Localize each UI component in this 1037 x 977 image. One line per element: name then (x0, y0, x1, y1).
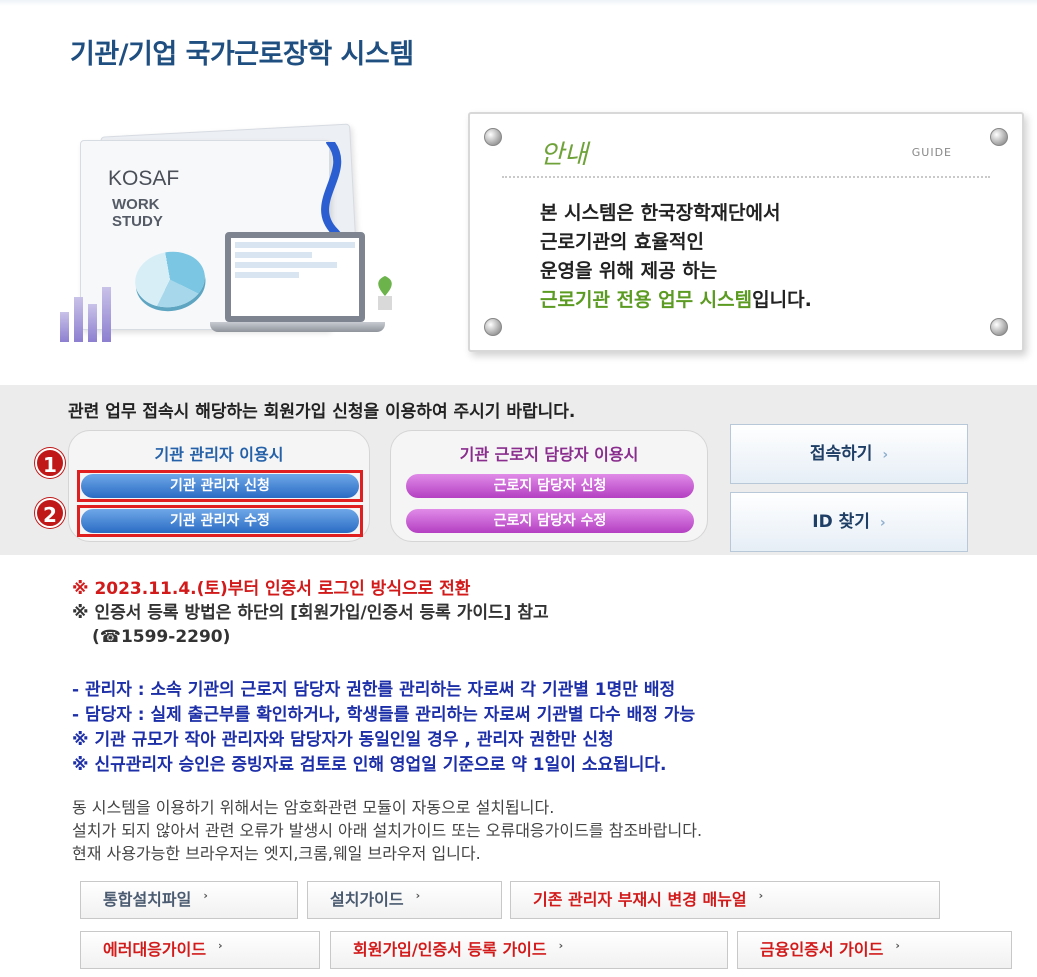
chevron-right-icon: › (879, 515, 886, 531)
role-notice-block: - 관리자 : 소속 기관의 근로지 담당자 권한를 관리하는 자로써 각 기관… (72, 680, 696, 775)
step-marker-2: 2 (35, 498, 65, 528)
pin-icon (484, 128, 502, 146)
highlight-box (77, 470, 363, 502)
change-manual-button[interactable]: 기존 관리자 부재시 변경 매뉴얼 › (510, 881, 940, 919)
staff-edit-button[interactable]: 근로지 담당자 수정 (406, 509, 694, 533)
brand-work-study: WORK STUDY (112, 196, 163, 230)
caret-icon: › (895, 939, 900, 952)
guide-title-en: GUIDE (911, 146, 952, 159)
pin-icon (484, 318, 502, 336)
finance-cert-guide-button[interactable]: 금융인증서 가이드 › (737, 931, 1012, 969)
install-guide-button[interactable]: 설치가이드 › (307, 881, 502, 919)
highlight-box (77, 505, 363, 537)
pin-icon (990, 128, 1008, 146)
staff-group-title: 기관 근로지 담당자 이용시 (459, 445, 639, 464)
caret-icon: › (203, 889, 208, 902)
chevron-right-icon: › (882, 447, 889, 463)
page-title: 기관/기업 국가근로장학 시스템 (70, 39, 414, 70)
guide-divider (502, 176, 990, 178)
notice-phone: (☎1599-2290) (92, 627, 231, 647)
caret-icon: › (758, 889, 764, 902)
admin-group: 기관 관리자 이용시 기관 관리자 신청 기관 관리자 수정 (68, 430, 370, 542)
pin-icon (990, 318, 1008, 336)
plant-icon (378, 276, 392, 310)
hero-illustration: KOSAF WORK STUDY (60, 112, 420, 352)
caret-icon: › (415, 889, 421, 902)
error-guide-button[interactable]: 에러대응가이드 › (80, 931, 320, 969)
install-notice-block: 동 시스템을 이용하기 위해서는 암호화관련 모듈이 자동으로 설치됩니다. 설… (72, 798, 703, 863)
laptop-base (210, 322, 385, 332)
notice-cert-login: ※ 2023.11.4.(토)부터 인증서 로그인 방식으로 전환 (72, 579, 471, 599)
notice-cert-guide: ※ 인증서 등록 방법은 하단의 [회원가입/인증서 등록 가이드] 참고 (72, 603, 549, 623)
guide-title: 안내 (540, 140, 588, 170)
find-id-button[interactable]: ID 찾기 › (730, 492, 968, 552)
panel-note: 관련 업무 접속시 해당하는 회원가입 신청을 이용하여 주시기 바랍니다. (68, 402, 576, 422)
signup-guide-button[interactable]: 회원가입/인증서 등록 가이드 › (330, 931, 728, 969)
guide-box: 안내 GUIDE 본 시스템은 한국장학재단에서 근로기관의 효율적인 운영을 … (468, 112, 1024, 352)
caret-icon: › (218, 939, 223, 952)
admin-group-title: 기관 관리자 이용시 (154, 445, 284, 464)
guide-text: 본 시스템은 한국장학재단에서 근로기관의 효율적인 운영을 위해 제공 하는 … (540, 202, 812, 311)
step-marker-1: 1 (35, 448, 65, 478)
caret-icon: › (558, 939, 564, 952)
guide-highlight: 근로기관 전용 업무 시스템 (540, 289, 753, 311)
top-divider (0, 0, 1037, 6)
install-file-button[interactable]: 통합설치파일 › (80, 881, 298, 919)
laptop-icon (225, 232, 365, 322)
staff-group: 기관 근로지 담당자 이용시 근로지 담당자 신청 근로지 담당자 수정 (390, 430, 708, 542)
brand-kosaf: KOSAF (108, 167, 180, 190)
bar-chart-icon (60, 282, 120, 342)
staff-apply-button[interactable]: 근로지 담당자 신청 (406, 474, 694, 498)
connect-button[interactable]: 접속하기 › (730, 424, 968, 484)
